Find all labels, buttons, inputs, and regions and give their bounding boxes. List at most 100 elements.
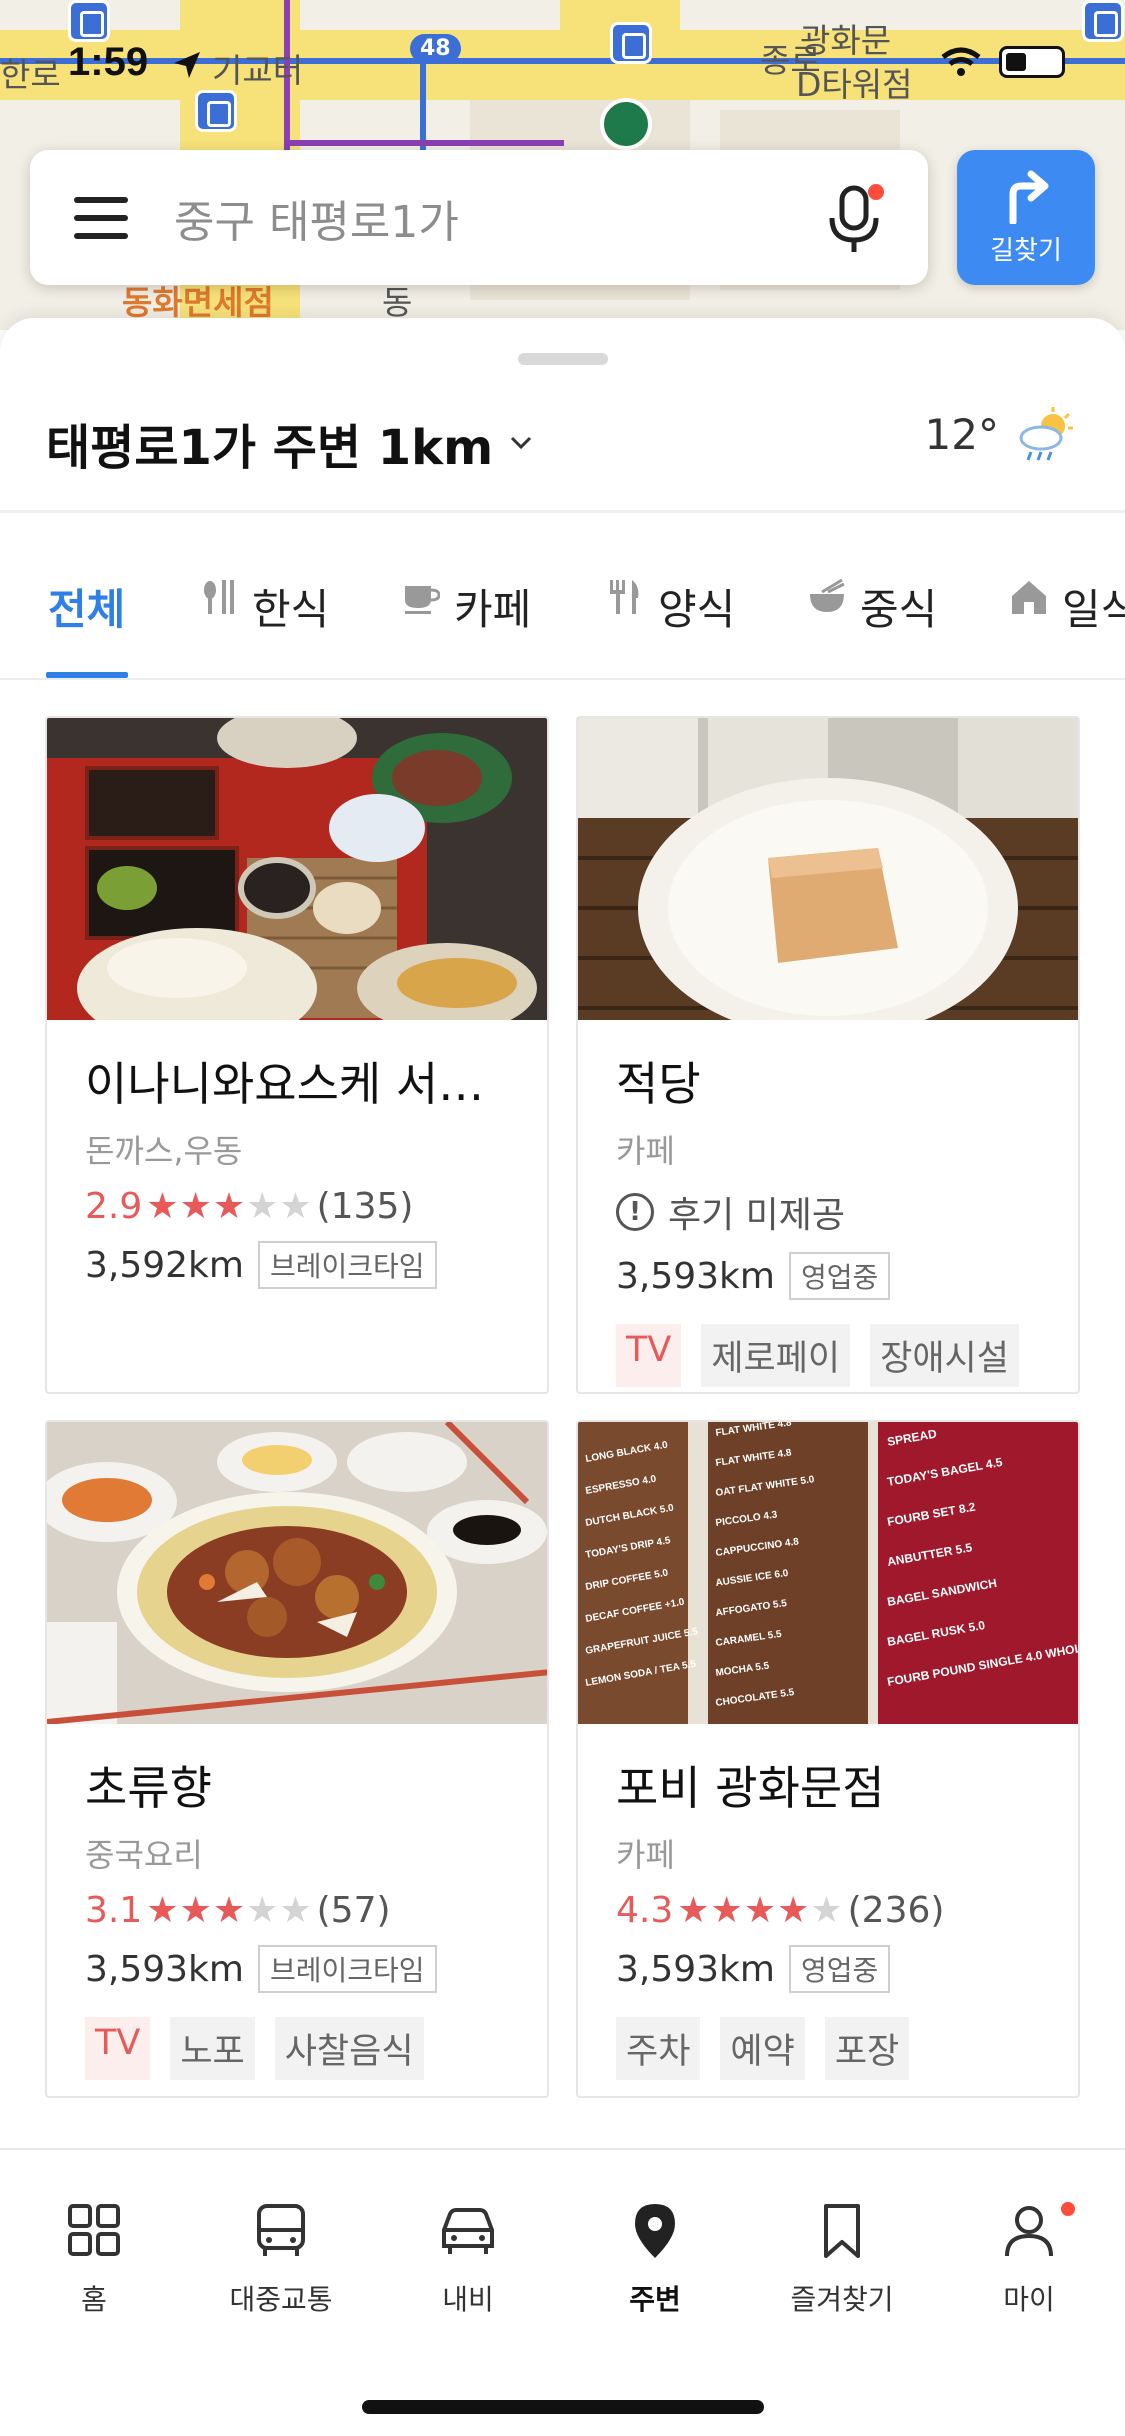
tab-chinese[interactable]: 중식 — [808, 568, 937, 678]
coffee-cup-icon — [405, 586, 440, 614]
nav-my[interactable]: 마이 — [935, 2200, 1123, 2318]
bus-stop-icon[interactable] — [610, 22, 652, 64]
place-info: 초류향 중국요리 3.1 ★★★★★ (57) 3,593km 브레이크타임 T… — [85, 1752, 527, 2080]
tab-label: 일식 — [1062, 585, 1125, 634]
place-distance: 3,592km — [85, 1244, 244, 1286]
location-pin-icon — [635, 2204, 675, 2258]
review-count: (236) — [847, 1890, 945, 1931]
place-card[interactable]: 적당 카페 ! 후기 미제공 3,593km 영업중 TV 제로페이 장애시설 — [576, 716, 1080, 1394]
tag: 장애시설 — [870, 1324, 1019, 1387]
rating-value: 2.9 — [85, 1186, 143, 1227]
bookmark-icon — [824, 2204, 860, 2258]
place-info: 이나니와요스케 서… 돈까스,우동 2.9 ★★★★★ (135) 3,592k… — [85, 1048, 527, 1289]
hamburger-menu-icon[interactable] — [74, 196, 128, 239]
place-name[interactable]: 적당 — [616, 1048, 1058, 1114]
tab-cafe[interactable]: 카페 — [402, 568, 531, 678]
utensils-icon — [204, 580, 234, 614]
tab-japanese[interactable]: 일식 — [1010, 568, 1125, 678]
star-rating-icon: ★★★★★ — [146, 1890, 313, 1931]
place-photo — [578, 718, 1078, 1020]
review-note: ! 후기 미제공 — [616, 1186, 1058, 1238]
nav-nearby[interactable]: 주변 — [561, 2200, 749, 2318]
tab-label: 전체 — [48, 585, 126, 634]
microphone-icon[interactable] — [824, 178, 884, 258]
place-rating: 4.3 ★★★★★ (236) — [616, 1890, 1058, 1931]
place-category: 카페 — [616, 1836, 675, 1874]
nav-navigation[interactable]: 내비 — [374, 2200, 562, 2318]
car-icon — [442, 2208, 494, 2254]
place-distance: 3,593km — [616, 1255, 775, 1297]
nav-label: 홈 — [81, 2283, 107, 2316]
status-badge: 브레이크타임 — [257, 1241, 437, 1289]
tag-tv: TV — [85, 2017, 151, 2080]
directions-button[interactable]: 길찾기 — [957, 150, 1095, 285]
tab-label: 양식 — [658, 585, 736, 634]
rice-bowl-icon — [810, 578, 845, 612]
nav-transit[interactable]: 대중교통 — [187, 2200, 375, 2318]
status-time: 1:59 — [68, 40, 149, 84]
bus-stop-icon[interactable] — [68, 0, 110, 42]
place-rating: 3.1 ★★★★★ (57) — [85, 1890, 527, 1931]
category-tabs: 전체 한식 카페 양식 중식 일식 — [0, 568, 1125, 680]
person-icon — [1005, 2206, 1053, 2257]
section-divider — [0, 510, 1125, 513]
tab-western[interactable]: 양식 — [606, 568, 735, 678]
tag: 제로페이 — [701, 1324, 851, 1387]
star-rating-icon: ★★★★★ — [146, 1186, 313, 1227]
bus-icon — [257, 2204, 305, 2256]
bottom-navigation: 홈 대중교통 내비 주변 즐겨찾기 마이 — [0, 2148, 1125, 2436]
rating-value: 4.3 — [616, 1890, 674, 1931]
tab-all[interactable]: 전체 — [48, 568, 125, 678]
place-name[interactable]: 초류향 — [85, 1752, 527, 1818]
tag: 주차 — [616, 2017, 701, 2080]
tab-label: 카페 — [454, 585, 532, 634]
search-input[interactable]: 중구 태평로1가 — [174, 186, 824, 250]
notification-dot — [1061, 2202, 1075, 2216]
status-badge: 영업중 — [788, 1252, 891, 1300]
place-card[interactable]: 이나니와요스케 서… 돈까스,우동 2.9 ★★★★★ (135) 3,592k… — [45, 716, 549, 1394]
home-indicator[interactable] — [362, 2400, 764, 2414]
sheet-drag-handle[interactable] — [518, 353, 608, 365]
tab-label: 중식 — [860, 585, 938, 634]
location-selector[interactable]: 태평로1가 주변 1km — [46, 408, 535, 478]
tag: 포장 — [824, 2017, 910, 2080]
temperature: 12° — [924, 409, 999, 459]
location-title: 태평로1가 주변 1km — [46, 420, 494, 476]
map-label: D타워점 — [796, 65, 913, 104]
bus-stop-icon[interactable] — [195, 90, 237, 132]
nav-home[interactable]: 홈 — [0, 2200, 188, 2318]
place-info: 포비 광화문점 카페 4.3 ★★★★★ (236) 3,593km 영업중 주… — [616, 1752, 1058, 2080]
place-photo — [47, 1422, 547, 1724]
battery-icon — [999, 46, 1065, 78]
place-category: 중국요리 — [85, 1836, 203, 1874]
review-note-text: 후기 미제공 — [668, 1195, 846, 1236]
bus-stop-icon[interactable] — [1082, 0, 1124, 42]
nav-favorites[interactable]: 즐겨찾기 — [748, 2200, 936, 2318]
starbucks-map-icon[interactable] — [600, 98, 652, 150]
weather-widget[interactable]: 12° — [925, 406, 1075, 462]
tab-label: 한식 — [252, 585, 330, 634]
chevron-down-icon — [511, 436, 532, 450]
place-photo: LONG BLACK 4.0 ESPRESSO 4.0 DUTCH BLACK 5.… — [578, 1422, 1078, 1724]
place-distance-row: 3,593km 브레이크타임 — [85, 1945, 527, 1993]
wifi-icon — [941, 47, 981, 76]
place-category: 돈까스,우동 — [85, 1132, 243, 1170]
notification-dot — [868, 183, 884, 200]
tab-korean[interactable]: 한식 — [200, 568, 329, 678]
weather-rain-sun-icon — [1019, 407, 1073, 461]
place-card[interactable]: 초류향 중국요리 3.1 ★★★★★ (57) 3,593km 브레이크타임 T… — [45, 1420, 549, 2098]
place-distance-row: 3,592km 브레이크타임 — [85, 1241, 527, 1289]
place-name[interactable]: 포비 광화문점 — [616, 1752, 1058, 1818]
place-card[interactable]: LONG BLACK 4.0 ESPRESSO 4.0 DUTCH BLACK 5.… — [576, 1420, 1080, 2098]
grid-icon — [68, 2204, 120, 2256]
search-bar[interactable]: 중구 태평로1가 — [30, 150, 928, 285]
nav-label: 내비 — [442, 2283, 494, 2316]
tag: 예약 — [720, 2017, 805, 2080]
place-name[interactable]: 이나니와요스케 서… — [85, 1048, 527, 1114]
bus-number-badge[interactable]: 48 — [410, 34, 461, 63]
map-label: 광화문 — [800, 21, 892, 60]
nav-label: 대중교통 — [229, 2283, 333, 2316]
place-distance: 3,593km — [616, 1948, 775, 1990]
fork-knife-icon — [610, 580, 639, 614]
place-distance: 3,593km — [85, 1948, 244, 1990]
